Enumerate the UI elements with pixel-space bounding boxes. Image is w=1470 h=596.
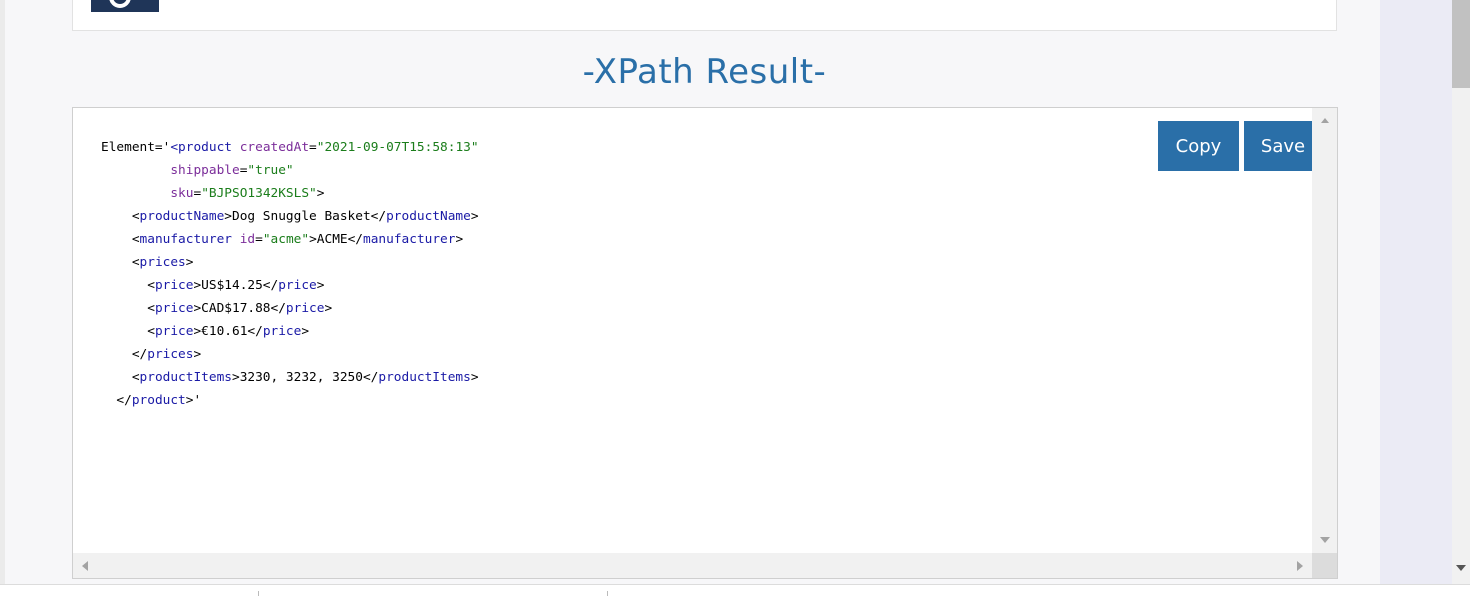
code-line: <prices> (101, 255, 194, 270)
code-line: Element='<product createdAt="2021-09-07T… (101, 140, 479, 155)
code-token: </ (101, 393, 132, 408)
code-token: > (324, 301, 333, 316)
scroll-left-arrow-icon[interactable] (82, 561, 88, 571)
code-token: "2021-09-07T15:58:13" (316, 140, 479, 155)
scrollbar-corner (1312, 553, 1337, 578)
logo-circle (109, 0, 131, 8)
code-token: product (131, 393, 186, 408)
scroll-down-arrow-icon[interactable] (1320, 537, 1330, 543)
code-token: price (154, 278, 194, 293)
code-token: > (193, 347, 202, 362)
code-token: "true" (247, 163, 294, 178)
code-token: sku (170, 186, 194, 201)
code-token: <product (170, 140, 232, 155)
code-token: < (101, 232, 140, 247)
logo-icon (91, 0, 159, 12)
code-token: manufacturer (139, 232, 232, 247)
code-token: < (101, 324, 155, 339)
right-side-panel (1380, 0, 1452, 584)
code-line: <productItems>3230, 3232, 3250</productI… (101, 370, 479, 385)
code-token: Element=' (101, 140, 171, 155)
code-token: price (262, 324, 302, 339)
code-token: productItems (139, 370, 232, 385)
code-token: "BJPSO1342KSLS" (201, 186, 317, 201)
code-token: productName (139, 209, 225, 224)
code-token: >€10.61</ (193, 324, 263, 339)
code-token: > (316, 186, 325, 201)
code-token: price (278, 278, 317, 293)
code-token: createdAt (239, 140, 310, 155)
code-token: prices (147, 347, 194, 362)
page-scroll-down-icon[interactable] (1456, 565, 1466, 571)
code-token: > (185, 255, 194, 270)
code-token: </ (101, 347, 148, 362)
code-token: > (470, 209, 479, 224)
scroll-right-arrow-icon[interactable] (1297, 561, 1303, 571)
code-line: <price>CAD$17.88</price> (101, 301, 332, 316)
code-token: id (239, 232, 256, 247)
editor-horizontal-scrollbar[interactable] (73, 553, 1312, 578)
code-token: >3230, 3232, 3250</ (231, 370, 379, 385)
code-token: >US$14.25</ (193, 278, 279, 293)
code-token: >CAD$17.88</ (193, 301, 286, 316)
xpath-result-editor[interactable]: Element='<product createdAt="2021-09-07T… (72, 107, 1338, 579)
editor-vertical-scrollbar[interactable] (1312, 108, 1337, 553)
code-line: </product>' (101, 393, 201, 408)
code-token: < (101, 370, 140, 385)
code-token: < (101, 209, 140, 224)
code-token: > (455, 232, 464, 247)
code-token: < (101, 301, 155, 316)
top-card (72, 0, 1337, 31)
code-token: < (101, 255, 140, 270)
code-token: >ACME</ (309, 232, 364, 247)
code-line: <price>€10.61</price> (101, 324, 309, 339)
code-line: shippable="true" (101, 163, 294, 178)
code-token: = (255, 232, 263, 247)
code-token: > (470, 370, 479, 385)
code-line: </prices> (101, 347, 201, 362)
code-token: >Dog Snuggle Basket</ (224, 209, 387, 224)
divider (607, 591, 608, 596)
code-line: sku="BJPSO1342KSLS"> (101, 186, 324, 201)
code-line: <price>US$14.25</price> (101, 278, 324, 293)
scroll-up-arrow-icon[interactable] (1321, 118, 1329, 123)
code-token: >' (185, 393, 202, 408)
code-line: <productName>Dog Snuggle Basket</product… (101, 209, 479, 224)
code-token: manufacturer (363, 232, 456, 247)
code-token: price (154, 324, 194, 339)
code-token: "acme" (262, 232, 310, 247)
code-token: < (101, 278, 155, 293)
code-token: productItems (378, 370, 471, 385)
code-token: shippable (170, 163, 240, 178)
code-token: price (154, 301, 194, 316)
code-token: > (301, 324, 310, 339)
code-token: productName (386, 209, 471, 224)
page-title: -XPath Result- (582, 52, 827, 92)
code-token: prices (139, 255, 186, 270)
copy-button[interactable]: Copy (1158, 121, 1239, 171)
code-token: = (309, 140, 317, 155)
page-scrollbar[interactable] (1452, 0, 1470, 584)
divider (258, 591, 259, 596)
code-token: > (316, 278, 325, 293)
save-button[interactable]: Save (1244, 121, 1322, 171)
code-token: price (285, 301, 325, 316)
bottom-bar (0, 584, 1470, 596)
code-line: <manufacturer id="acme">ACME</manufactur… (101, 232, 463, 247)
result-code[interactable]: Element='<product createdAt="2021-09-07T… (101, 136, 479, 412)
page-scrollbar-thumb[interactable] (1452, 0, 1470, 88)
